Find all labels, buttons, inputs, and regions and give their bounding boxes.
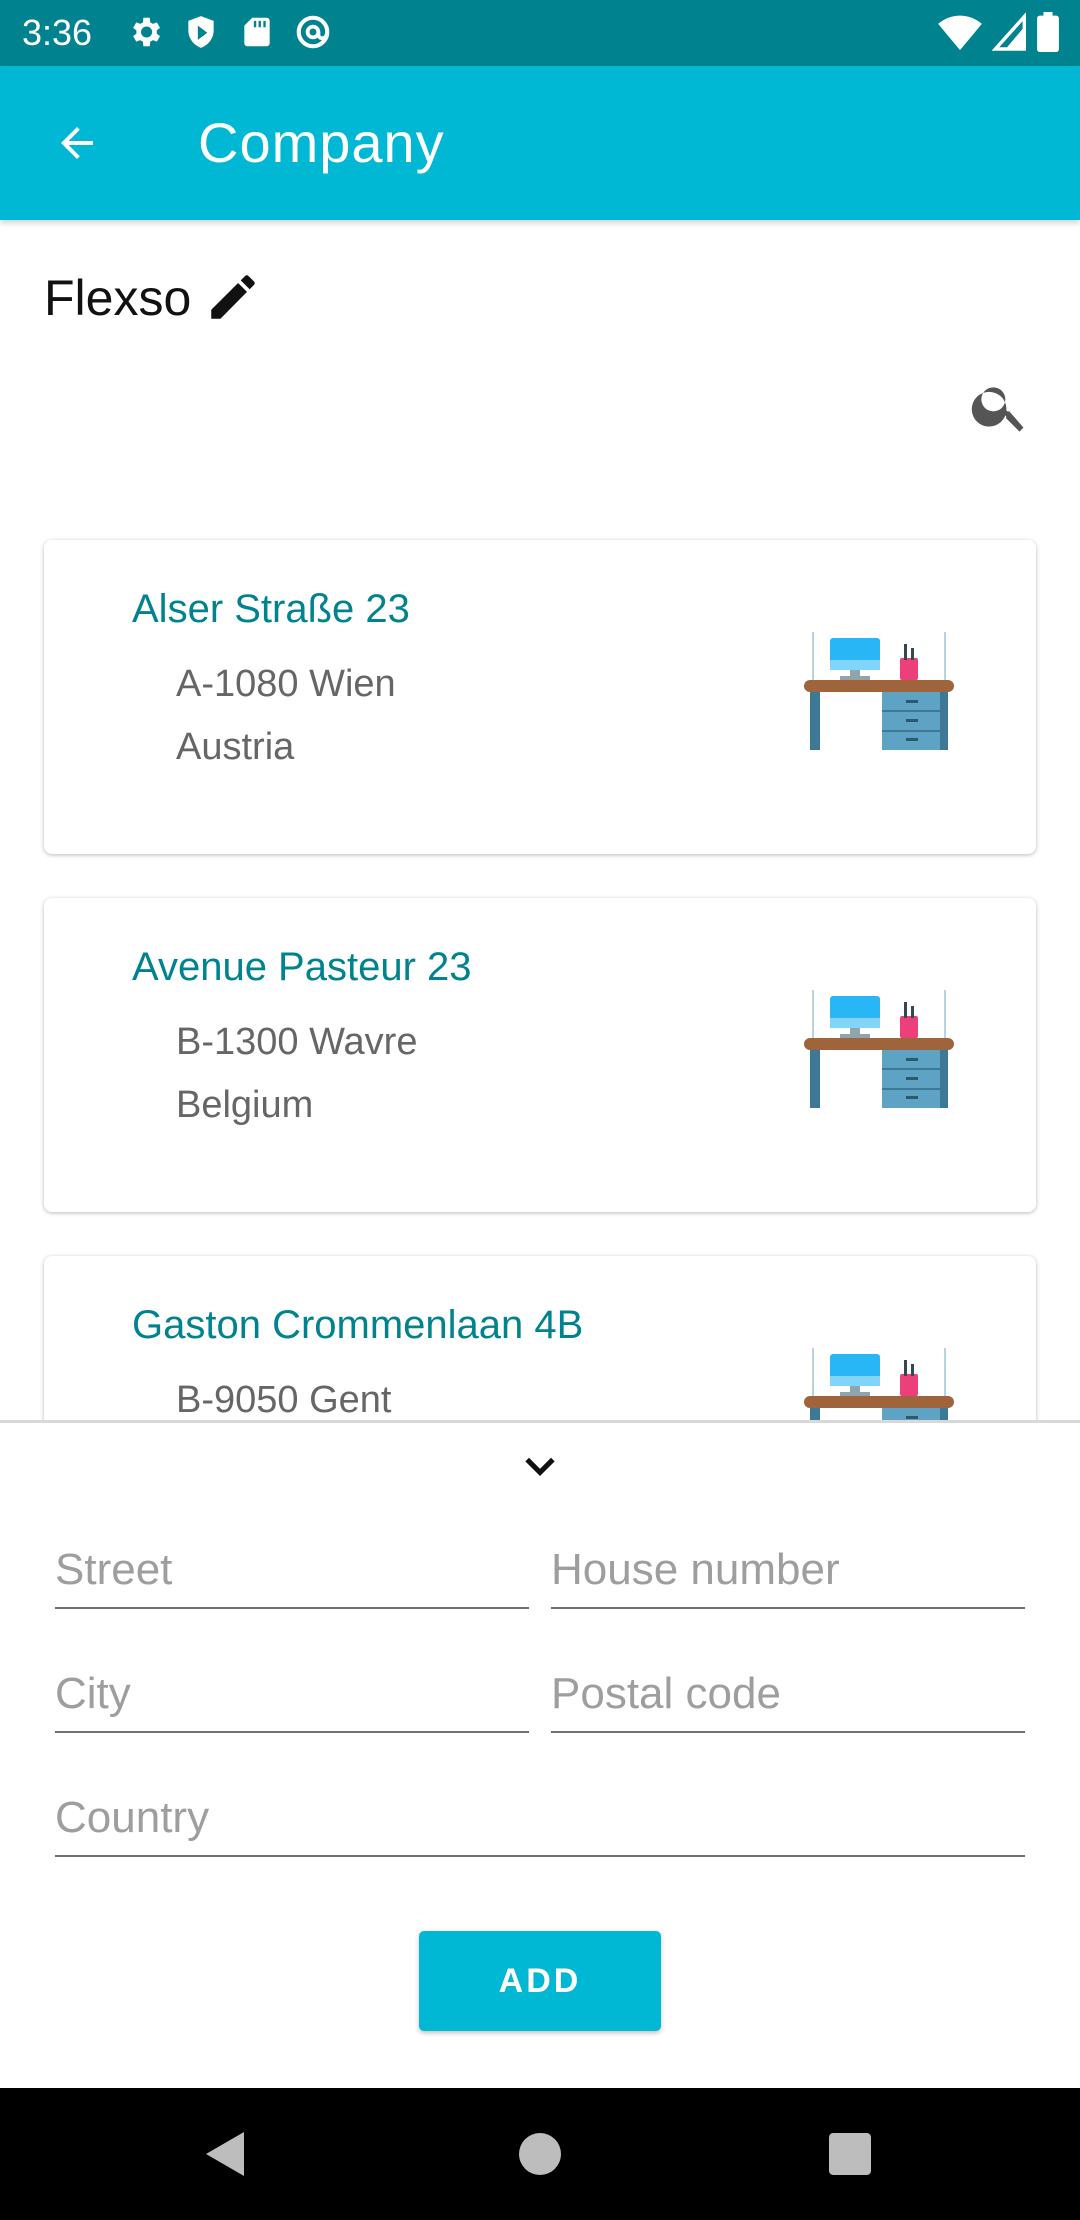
country-field[interactable] <box>55 1781 1025 1857</box>
address-city: B-1300 Wavre <box>176 1021 418 1063</box>
address-list[interactable]: Alser Straße 23 A-1080 Wien Austria Aven… <box>0 510 1080 1422</box>
postal-code-field[interactable] <box>551 1657 1025 1733</box>
status-time: 3:36 <box>22 12 93 53</box>
settings-icon <box>126 13 164 51</box>
address-card[interactable]: Gaston Crommenlaan 4B B-9050 Gent <box>44 1256 1036 1422</box>
sd-card-icon <box>238 13 276 51</box>
address-city: B-9050 Gent <box>176 1379 392 1421</box>
nav-home-button[interactable] <box>510 2124 570 2184</box>
recents-square-icon <box>829 2133 871 2175</box>
house-number-field[interactable] <box>551 1533 1025 1609</box>
address-city: A-1080 Wien <box>176 663 396 705</box>
search-icon <box>971 387 1024 432</box>
pencil-icon <box>211 275 255 319</box>
address-street: Gaston Crommenlaan 4B <box>132 1303 584 1347</box>
status-icons-right <box>938 12 1060 52</box>
country-input[interactable] <box>55 1781 1025 1855</box>
nav-back-button[interactable] <box>196 2124 256 2184</box>
wifi-icon <box>938 12 982 52</box>
home-circle-icon <box>519 2133 561 2175</box>
address-card[interactable]: Avenue Pasteur 23 B-1300 Wavre Belgium <box>44 898 1036 1212</box>
battery-icon <box>1036 12 1060 52</box>
back-button[interactable] <box>40 106 114 180</box>
street-input[interactable] <box>55 1533 529 1607</box>
company-name: Flexso <box>44 270 192 326</box>
postal-code-input[interactable] <box>551 1657 1025 1731</box>
add-button[interactable]: ADD <box>419 1931 661 2031</box>
edit-company-button[interactable] <box>204 268 262 326</box>
status-bar: 3:36 <box>0 0 1080 66</box>
address-country: Austria <box>176 726 295 768</box>
address-card[interactable]: Alser Straße 23 A-1080 Wien Austria <box>44 540 1036 854</box>
city-field[interactable] <box>55 1657 529 1733</box>
house-number-input[interactable] <box>551 1533 1025 1607</box>
address-country: Belgium <box>176 1084 314 1126</box>
shield-icon <box>182 13 220 51</box>
back-triangle-icon <box>206 2132 244 2176</box>
search-button[interactable] <box>968 374 1032 438</box>
app-bar: Company <box>0 66 1080 220</box>
collapse-sheet-button[interactable] <box>512 1441 568 1491</box>
address-street: Alser Straße 23 <box>132 587 410 631</box>
address-street: Avenue Pasteur 23 <box>132 945 472 989</box>
office-desk-icon <box>804 990 954 1108</box>
add-address-sheet: ADD <box>0 1420 1080 2088</box>
arrow-left-icon <box>61 127 93 159</box>
signal-icon <box>992 12 1026 52</box>
chevron-down-icon <box>525 1457 555 1477</box>
street-field[interactable] <box>55 1533 529 1609</box>
office-desk-icon <box>804 1348 954 1422</box>
office-desk-icon <box>804 632 954 750</box>
status-icons-left <box>126 13 332 51</box>
page-title: Company <box>198 111 445 174</box>
city-input[interactable] <box>55 1657 529 1731</box>
system-nav-bar <box>0 2088 1080 2220</box>
nav-recents-button[interactable] <box>820 2124 880 2184</box>
at-sign-icon <box>294 13 332 51</box>
